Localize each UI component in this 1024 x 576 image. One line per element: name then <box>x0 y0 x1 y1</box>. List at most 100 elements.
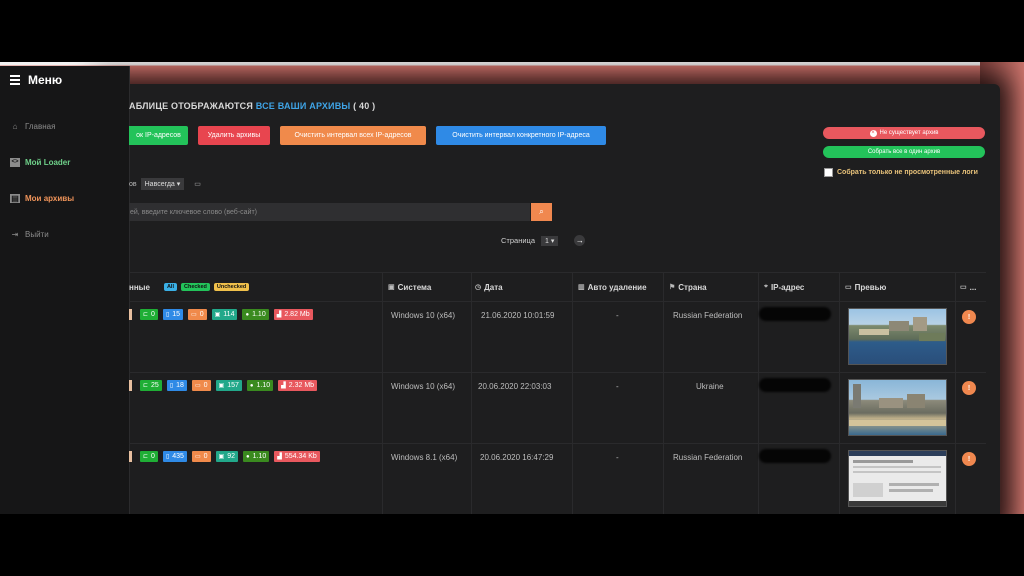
auto-delete-cell: - <box>616 382 619 391</box>
col-more-label: ... <box>969 282 977 292</box>
col-auto-delete: ▥ Авто удаление <box>578 273 647 301</box>
form-icon: ▣ <box>218 383 225 389</box>
sidebar-item-archives[interactable]: ▤ Мои архивы <box>0 180 129 216</box>
row-action-button[interactable]: ! <box>962 381 976 395</box>
stats-badges: ⊏ 0 ▯ 435 ▭ 0 ▣ 92 ● 1.10 ▟ 554.34 Kb <box>129 451 325 462</box>
collect-unviewed-option[interactable]: Собрать только не просмотренные логи <box>824 168 978 177</box>
delete-archives-button[interactable]: Удалить архивы <box>198 126 270 145</box>
ip-redacted <box>759 307 831 321</box>
date-cell: 21.06.2020 10:01:59 <box>481 311 555 320</box>
key-icon: ⊏ <box>143 454 149 460</box>
col-data: нные All Checked Unchecked <box>129 273 250 301</box>
collect-unviewed-checkbox[interactable] <box>824 168 833 177</box>
calendar-icon[interactable]: ▭ <box>194 180 201 188</box>
version-value: 1.10 <box>256 382 271 389</box>
menu-header[interactable]: Меню <box>0 66 129 94</box>
size-badge: ▟ 2.32 Mb <box>278 380 318 391</box>
cards-badge: ▭ 0 <box>191 451 211 462</box>
col-system: ▣ Система <box>388 273 431 301</box>
col-ip: ⌖ IP-адрес <box>764 273 804 301</box>
page-select[interactable]: 1 ▾ <box>541 235 559 246</box>
passwords-badge: ⊏ 0 <box>140 309 158 320</box>
col-preview: ▭ Превью <box>845 273 886 301</box>
search-button[interactable]: ⌕ <box>531 203 552 221</box>
next-page-icon[interactable]: → <box>574 235 586 246</box>
form-icon: ▣ <box>214 312 221 318</box>
col-country-label: Страна <box>678 282 707 292</box>
clear-specific-ip-interval-button[interactable]: Очистить интервал конкретного IP-адреса <box>436 126 606 145</box>
ip-redacted <box>759 378 831 392</box>
letterbox-bottom <box>0 514 1024 576</box>
system-cell: Windows 8.1 (x64) <box>391 453 458 462</box>
web-page-image <box>849 451 946 506</box>
preview-thumbnail[interactable] <box>848 308 947 365</box>
system-cell: Windows 10 (x64) <box>391 311 456 320</box>
ip-list-button[interactable]: ок IP-адресов <box>129 126 188 145</box>
sidebar-item-loader[interactable]: <> Мой Loader <box>0 144 129 180</box>
sidebar-item-label: Выйти <box>25 229 49 239</box>
row-action-button[interactable]: ! <box>962 452 976 466</box>
date-cell: 20.06.2020 16:47:29 <box>480 453 554 462</box>
size-value: 2.32 Mb <box>288 382 315 389</box>
auto-delete-cell: - <box>616 311 619 320</box>
country-cell: Russian Federation <box>673 311 743 320</box>
cookies-badge: ▯ 435 <box>162 451 187 462</box>
map-pin-icon: ⌖ <box>764 283 768 290</box>
col-ip-label: IP-адрес <box>770 282 805 292</box>
trash-icon: ▥ <box>578 284 585 291</box>
table-row[interactable]: ⊏ 25 ▯ 18 ▭ 0 ▣ 157 ● 1.10 ▟ 2.32 Mb Windows 1… <box>129 372 986 444</box>
cards-count: 0 <box>203 382 208 389</box>
autofill-badge: ▣ 114 <box>211 309 238 320</box>
filter-checked-tag[interactable]: Checked <box>180 283 210 291</box>
autofill-count: 157 <box>227 382 239 389</box>
card-icon: ▭ <box>194 383 201 389</box>
period-filter: ов Навсегда ▾ ▭ <box>129 178 201 190</box>
pagination: Страница 1 ▾ → <box>501 235 586 246</box>
period-value: Навсегда <box>144 181 175 188</box>
table-row[interactable]: ⊏ 0 ▯ 435 ▭ 0 ▣ 92 ● 1.10 ▟ 554.34 Kb Windows … <box>129 443 986 514</box>
table-row[interactable]: ⊏ 0 ▯ 15 ▭ 0 ▣ 114 ● 1.10 ▟ 2.82 Mb Windows 10… <box>129 301 986 373</box>
size-value: 2.82 Mb <box>284 311 310 318</box>
desktop-icon: ▭ <box>960 284 967 291</box>
cookies-badge: ▯ 18 <box>166 380 187 391</box>
filter-unchecked-tag[interactable]: Unchecked <box>213 283 250 291</box>
monitor-icon: ▣ <box>388 284 395 291</box>
cookies-count: 435 <box>172 453 184 460</box>
sidebar-item-home[interactable]: ⌂ Главная <box>0 108 129 144</box>
preview-thumbnail[interactable] <box>848 450 947 507</box>
hamburger-icon <box>10 73 20 87</box>
page-title: АБЛИЦЕ ОТОБРАЖАЮТСЯ ВСЕ ВАШИ АРХИВЫ ( 40… <box>129 101 375 111</box>
ip-redacted <box>759 449 831 463</box>
period-select[interactable]: Навсегда ▾ <box>140 178 185 190</box>
preview-thumbnail[interactable] <box>848 379 947 436</box>
clear-all-ip-interval-button[interactable]: Очистить интервал всех IP-адресов <box>280 126 426 145</box>
badge-stub <box>129 309 132 320</box>
collect-all-button[interactable]: Собрать все в один архив <box>823 146 985 158</box>
page-label: Страница <box>501 236 535 245</box>
sidebar-item-label: Мой Loader <box>25 157 71 167</box>
cards-count: 0 <box>203 453 208 460</box>
search-icon: ⌕ <box>539 207 544 216</box>
archive-icon: ▤ <box>10 193 20 203</box>
clock-icon: ◷ <box>475 284 482 291</box>
not-exists-archive-button[interactable]: × Не существует архив <box>823 127 985 139</box>
system-cell: Windows 10 (x64) <box>391 382 456 391</box>
filter-all-tag[interactable]: All <box>163 283 177 291</box>
country-cell: Russian Federation <box>673 453 743 462</box>
cards-badge: ▭ 0 <box>191 380 211 391</box>
search-placeholder: ей, введите ключевое слово (веб-сайт) <box>130 208 257 216</box>
search-input[interactable]: ей, введите ключевое слово (веб-сайт) <box>129 203 530 221</box>
size-value: 554.34 Kb <box>284 453 317 460</box>
close-circle-icon: × <box>869 129 877 137</box>
card-icon: ▭ <box>194 454 201 460</box>
row-action-button[interactable]: ! <box>962 310 976 324</box>
sidebar-item-logout[interactable]: ⇥ Выйти <box>0 216 129 252</box>
stats-badges: ⊏ 0 ▯ 15 ▭ 0 ▣ 114 ● 1.10 ▟ 2.82 Mb <box>129 309 318 320</box>
chart-icon: ▟ <box>276 312 282 318</box>
collect-unviewed-label: Собрать только не просмотренные логи <box>837 169 978 176</box>
menu-title: Меню <box>28 73 63 87</box>
file-icon: ▯ <box>169 383 174 389</box>
badge-stub <box>129 380 132 391</box>
cookies-badge: ▯ 15 <box>162 309 184 320</box>
col-country: ⚑ Страна <box>669 273 707 301</box>
